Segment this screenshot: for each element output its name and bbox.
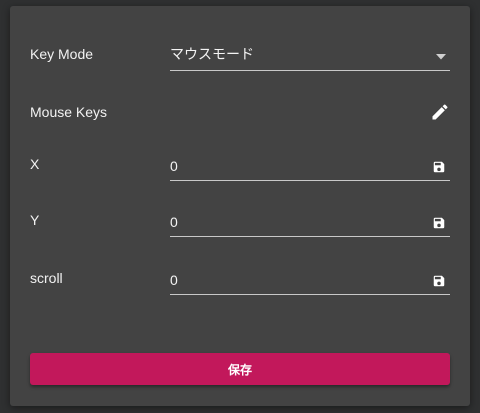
y-row: Y 0 bbox=[30, 203, 450, 237]
y-value: 0 bbox=[170, 214, 178, 230]
mouse-keys-label: Mouse Keys bbox=[30, 104, 108, 120]
key-mode-row: Key Mode マウスモード bbox=[30, 37, 450, 71]
save-icon[interactable] bbox=[432, 216, 446, 230]
scroll-input[interactable]: 0 bbox=[170, 261, 450, 295]
save-button[interactable]: 保存 bbox=[30, 353, 450, 385]
y-input[interactable]: 0 bbox=[170, 203, 450, 237]
key-mode-selected-value: マウスモード bbox=[170, 46, 254, 62]
x-input[interactable]: 0 bbox=[170, 147, 450, 181]
key-mode-select[interactable]: マウスモード bbox=[170, 37, 450, 71]
scroll-value: 0 bbox=[170, 272, 178, 288]
x-value: 0 bbox=[170, 158, 178, 174]
mouse-keys-row: Mouse Keys bbox=[30, 95, 450, 129]
y-label: Y bbox=[30, 212, 40, 228]
triangle-down-icon bbox=[436, 54, 446, 60]
key-mode-label: Key Mode bbox=[30, 46, 94, 62]
x-row: X 0 bbox=[30, 147, 450, 181]
scroll-row: scroll 0 bbox=[30, 261, 450, 295]
scroll-label: scroll bbox=[30, 270, 63, 286]
pencil-icon[interactable] bbox=[430, 102, 450, 122]
save-icon[interactable] bbox=[432, 160, 446, 174]
save-icon[interactable] bbox=[432, 274, 446, 288]
key-settings-dialog: Key Mode マウスモード Mouse Keys X 0 Y 0 scrol… bbox=[10, 6, 470, 406]
x-label: X bbox=[30, 156, 40, 172]
